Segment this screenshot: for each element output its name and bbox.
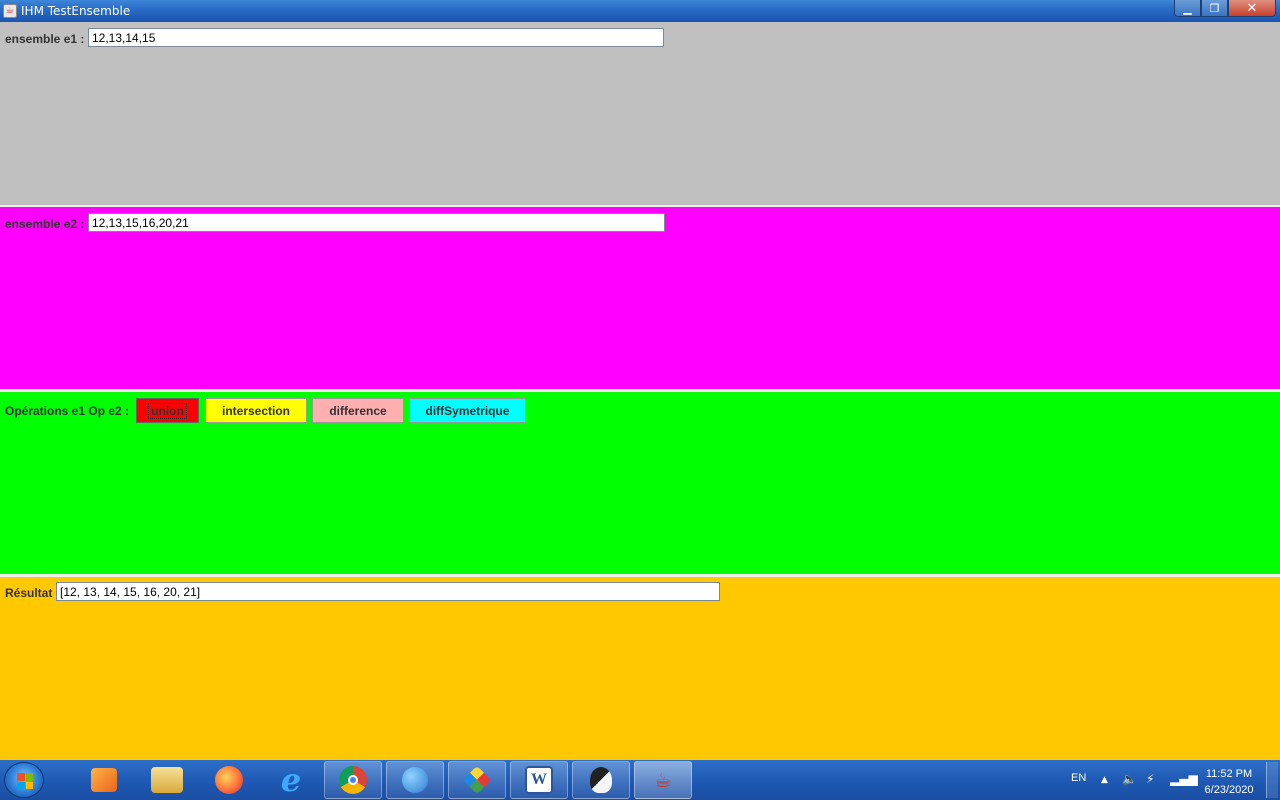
intersection-button[interactable]: intersection xyxy=(205,398,307,423)
ensemble-e2-label: ensemble e2 : xyxy=(5,217,85,231)
word-icon: W xyxy=(525,766,553,794)
volume-icon[interactable]: 🔈 xyxy=(1122,772,1137,786)
media-player-icon xyxy=(91,768,117,792)
window-controls: ▁ ❐ ✕ xyxy=(1174,0,1276,17)
clock-time: 11:52 PM xyxy=(1205,768,1253,780)
taskbar-chrome[interactable] xyxy=(324,761,382,799)
windows-logo-icon xyxy=(17,773,33,789)
ensemble-e1-label: ensemble e1 : xyxy=(5,32,85,46)
diff-symetrique-button[interactable]: diffSymetrique xyxy=(409,398,526,423)
firefox-icon xyxy=(215,766,243,794)
language-indicator[interactable]: EN xyxy=(1071,772,1086,800)
resultat-label: Résultat xyxy=(5,586,53,600)
chrome-icon xyxy=(339,766,367,794)
clock[interactable]: 11:52 PM 6/23/2020 xyxy=(1196,766,1262,800)
java-icon: ☕ xyxy=(3,4,17,18)
file-explorer-icon xyxy=(151,767,183,793)
show-hidden-icons-icon[interactable]: ▲ xyxy=(1101,775,1108,785)
union-button-label: union xyxy=(148,402,187,419)
internet-explorer-icon: e xyxy=(280,761,302,799)
taskbar-internet-explorer[interactable]: e xyxy=(262,761,320,799)
clock-date: 6/23/2020 xyxy=(1204,784,1254,796)
taskbar-users[interactable] xyxy=(386,761,444,799)
panel-operations: Opérations e1 Op e2 : union intersection… xyxy=(0,392,1280,574)
taskbar-word[interactable]: W xyxy=(510,761,568,799)
window-titlebar[interactable]: ☕ IHM TestEnsemble ▁ ❐ ✕ xyxy=(0,0,1280,22)
panel-ensemble-e1: ensemble e1 : xyxy=(0,22,1280,205)
resultat-output[interactable] xyxy=(56,582,720,601)
ensemble-e1-input[interactable] xyxy=(88,28,664,47)
show-desktop-button[interactable] xyxy=(1266,762,1278,798)
difference-button[interactable]: difference xyxy=(312,398,404,423)
tool-icon xyxy=(462,765,492,795)
taskbar-tool[interactable] xyxy=(448,761,506,799)
ensemble-e2-input[interactable] xyxy=(88,213,665,232)
users-icon xyxy=(402,767,428,793)
minimize-button[interactable]: ▁ xyxy=(1174,0,1201,17)
taskbar-java[interactable]: ☕ xyxy=(634,761,692,799)
taskbar-firefox[interactable] xyxy=(200,761,258,799)
maximize-button[interactable]: ❐ xyxy=(1201,0,1228,17)
union-button[interactable]: union xyxy=(136,398,199,423)
network-icon[interactable]: ▂▄▆ xyxy=(1170,772,1198,786)
power-icon[interactable]: ⚡ xyxy=(1146,772,1154,786)
taskbar: e W ☕ xyxy=(0,760,1280,800)
penguin-icon xyxy=(590,767,612,793)
taskbar-media-player[interactable] xyxy=(75,761,133,799)
close-button[interactable]: ✕ xyxy=(1228,0,1276,17)
panel-ensemble-e2: ensemble e2 : xyxy=(0,207,1280,389)
panel-resultat: Résultat xyxy=(0,577,1280,760)
taskbar-file-explorer[interactable] xyxy=(138,761,196,799)
java-icon: ☕ xyxy=(654,768,672,792)
taskbar-penguin[interactable] xyxy=(572,761,630,799)
start-button[interactable] xyxy=(4,762,44,798)
window-title: IHM TestEnsemble xyxy=(21,4,131,18)
operations-label: Opérations e1 Op e2 : xyxy=(5,404,130,418)
